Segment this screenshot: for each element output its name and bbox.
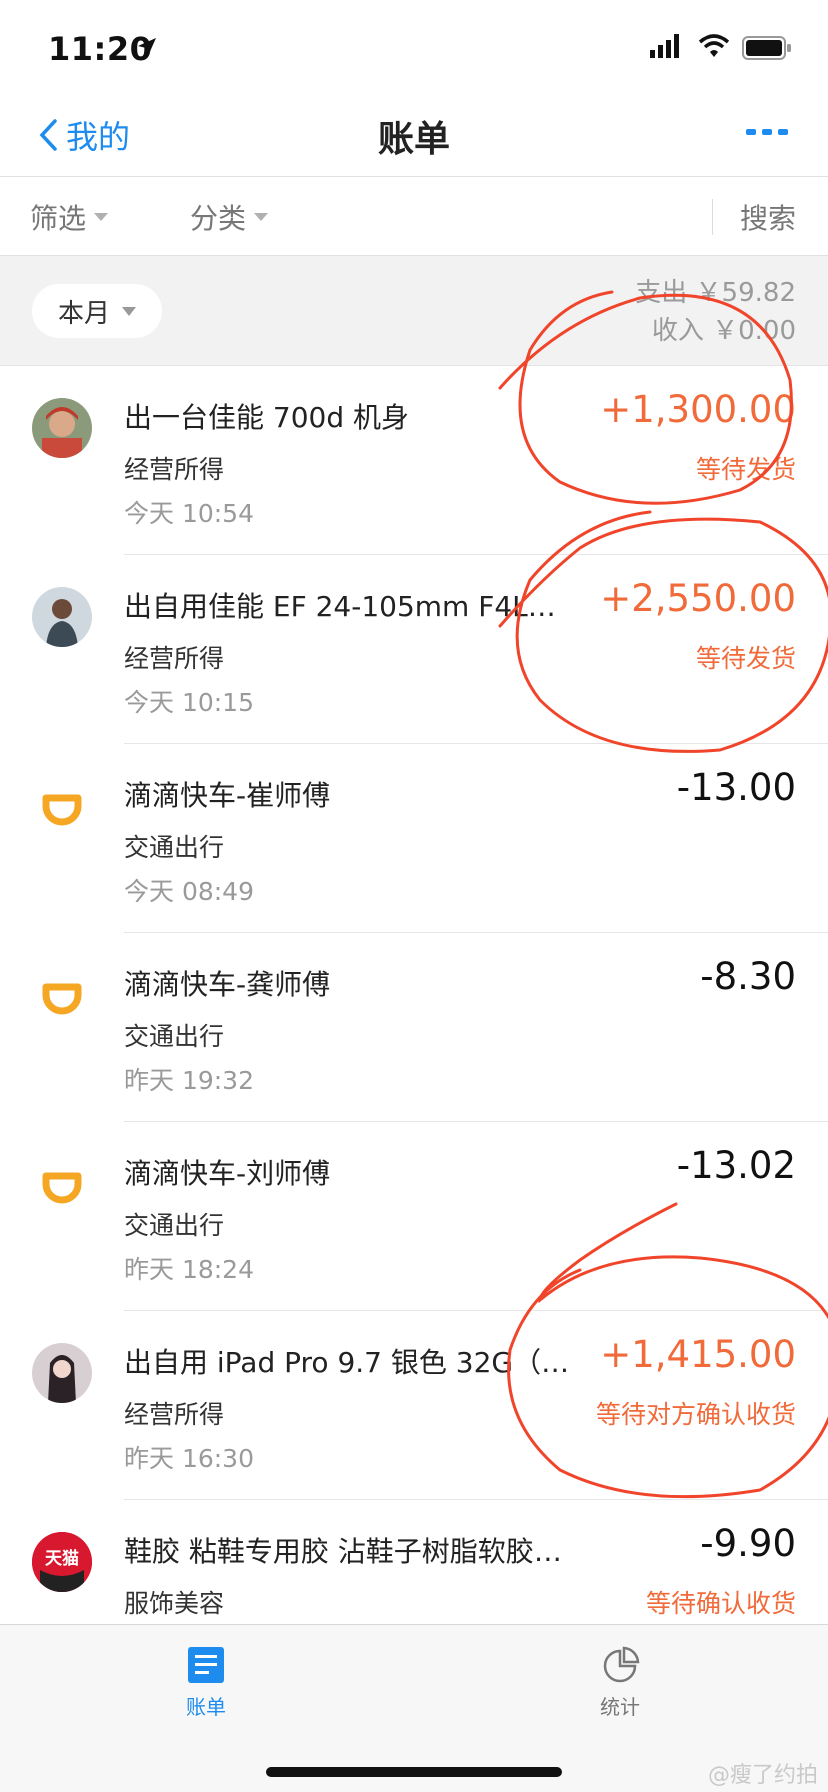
filter-bar: 筛选 分类 搜索 [0, 176, 828, 256]
month-selector[interactable]: 本月 [32, 284, 162, 338]
transaction-title: 滴滴快车-崔师傅 [124, 779, 331, 812]
transaction-category: 交通出行 [124, 1022, 225, 1051]
filter-dropdown[interactable]: 筛选 [30, 197, 109, 237]
expense-total: 支出 ￥59.82 [635, 278, 796, 308]
transaction-title: 滴滴快车-龚师傅 [124, 968, 331, 1001]
transaction-title: 出自用佳能 EF 24-105mm F4L… [124, 590, 556, 623]
transaction-time: 昨天 16:30 [124, 1444, 254, 1473]
transaction-amount: -13.02 [676, 1144, 796, 1187]
transaction-row[interactable]: 出自用 iPad Pro 9.7 银色 32G（附… 经营所得 昨天 16:30… [0, 1311, 828, 1500]
tmall-logo-text: 天猫 [45, 1549, 79, 1569]
transaction-category: 服饰美容 [124, 1589, 225, 1618]
tab-bills[interactable]: 账单 [146, 1645, 266, 1720]
transaction-category: 交通出行 [124, 1211, 225, 1240]
didi-logo-icon [32, 1154, 92, 1214]
category-label: 分类 [190, 202, 247, 235]
tab-stats[interactable]: 统计 [560, 1645, 680, 1720]
wifi-icon [698, 34, 730, 57]
transaction-time: 今天 10:15 [124, 688, 254, 717]
transaction-row[interactable]: 滴滴快车-龚师傅 交通出行 昨天 19:32 -8.30 [0, 933, 828, 1122]
filter-label: 筛选 [30, 202, 87, 235]
transaction-time: 今天 08:49 [124, 877, 254, 906]
pie-chart-icon [603, 1646, 640, 1683]
transaction-time: 昨天 19:32 [124, 1066, 254, 1095]
transaction-status: 等待对方确认收货 [595, 1400, 796, 1429]
caret-down-icon [122, 306, 136, 316]
month-totals: 支出 ￥59.82 收入 ￥0.00 [635, 274, 796, 350]
transaction-category: 经营所得 [124, 455, 225, 484]
transaction-amount: -13.00 [676, 766, 796, 809]
didi-logo-icon [32, 965, 92, 1025]
month-summary-bar: 本月 支出 ￥59.82 收入 ￥0.00 [0, 256, 828, 366]
transaction-list: 出一台佳能 700d 机身 经营所得 今天 10:54 +1,300.00 等待… [0, 366, 828, 1624]
transaction-category: 交通出行 [124, 833, 225, 862]
divider [712, 199, 713, 235]
transaction-row[interactable]: 出自用佳能 EF 24-105mm F4L… 经营所得 今天 10:15 +2,… [0, 555, 828, 744]
nav-bar: 我的 账单 [0, 96, 828, 176]
transaction-category: 经营所得 [124, 644, 225, 673]
cellular-signal-icon [650, 34, 679, 58]
transaction-row[interactable]: 滴滴快车-崔师傅 交通出行 今天 08:49 -13.00 [0, 744, 828, 933]
home-indicator [266, 1767, 562, 1777]
transaction-amount: -8.30 [700, 955, 796, 998]
page-title: 账单 [377, 119, 450, 160]
location-arrow-icon [138, 38, 156, 56]
transaction-title: 鞋胶 粘鞋专用胶 沾鞋子树脂软胶修鞋… [124, 1535, 574, 1568]
month-label: 本月 [57, 298, 110, 329]
category-dropdown[interactable]: 分类 [190, 197, 269, 237]
transaction-time: 昨天 18:24 [124, 1255, 254, 1284]
income-total: 收入 ￥0.00 [651, 316, 796, 346]
transaction-time: 今天 10:54 [124, 499, 254, 528]
transaction-row[interactable]: 滴滴快车-刘师傅 交通出行 昨天 18:24 -13.02 [0, 1122, 828, 1311]
transaction-amount: -9.90 [700, 1522, 796, 1565]
transaction-amount: +1,300.00 [600, 388, 796, 431]
more-icon[interactable] [746, 126, 788, 138]
transaction-status: 等待确认收货 [645, 1589, 796, 1618]
transaction-category: 经营所得 [124, 1400, 225, 1429]
transaction-status: 等待发货 [695, 455, 796, 484]
transaction-title: 出自用 iPad Pro 9.7 银色 32G（附… [124, 1346, 574, 1379]
transaction-amount: +1,415.00 [600, 1333, 796, 1376]
user-avatar [32, 1343, 92, 1403]
transaction-status: 等待发货 [695, 644, 796, 673]
caret-down-icon [94, 213, 109, 221]
bill-list-icon [188, 1647, 224, 1683]
tab-stats-label: 统计 [600, 1695, 640, 1719]
transaction-row[interactable]: 出一台佳能 700d 机身 经营所得 今天 10:54 +1,300.00 等待… [0, 366, 828, 555]
tab-bar: 账单 统计 @瘦了约拍 [0, 1624, 828, 1792]
tab-bills-label: 账单 [186, 1695, 226, 1719]
transaction-row[interactable]: 天猫 鞋胶 粘鞋专用胶 沾鞋子树脂软胶修鞋… 服饰美容 -9.90 等待确认收货 [0, 1500, 828, 1624]
status-bar: 11:20 [0, 0, 828, 96]
battery-icon [742, 36, 791, 60]
caret-down-icon [254, 213, 269, 221]
transaction-amount: +2,550.00 [600, 577, 796, 620]
search-button[interactable]: 搜索 [740, 197, 796, 237]
watermark: @瘦了约拍 [707, 1763, 818, 1788]
user-avatar [32, 398, 92, 458]
transaction-title: 滴滴快车-刘师傅 [124, 1157, 331, 1190]
user-avatar [32, 587, 92, 647]
didi-logo-icon [32, 776, 92, 836]
tmall-logo-icon: 天猫 [32, 1532, 92, 1592]
transaction-title: 出一台佳能 700d 机身 [124, 401, 410, 434]
